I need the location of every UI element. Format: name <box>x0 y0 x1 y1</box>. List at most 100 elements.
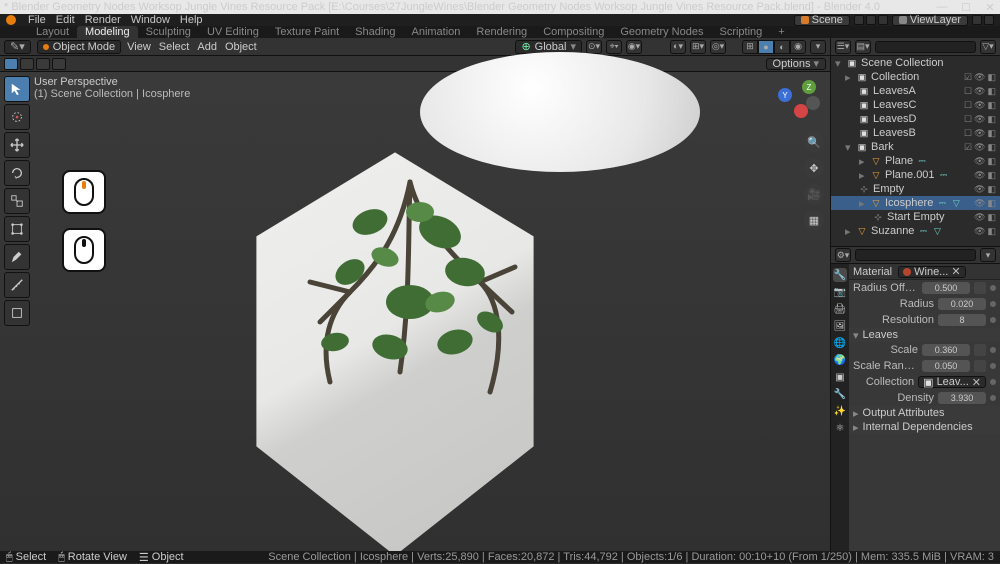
viewport-perspective-label: User Perspective <box>34 76 190 88</box>
tab-layout[interactable]: Layout <box>28 26 77 38</box>
mesh-preview-monkey <box>420 52 700 172</box>
prop-tab-render[interactable]: 📷 <box>833 285 847 299</box>
tool-addcube[interactable] <box>4 300 30 326</box>
shading-solid[interactable]: ● <box>758 40 774 54</box>
tool-rotate[interactable] <box>4 160 30 186</box>
close-icon[interactable]: ✕ <box>951 265 960 278</box>
prop-tab-world[interactable]: 🌍 <box>833 353 847 367</box>
prop-tab-physics[interactable]: ⚛ <box>833 421 847 435</box>
pivot-button[interactable]: ⊙▾ <box>586 40 602 54</box>
gizmo-toggle[interactable]: ◐▾ <box>670 40 686 54</box>
shading-render[interactable]: ◉ <box>790 40 806 54</box>
menu-object[interactable]: Object <box>225 41 257 53</box>
nav-pan[interactable]: ✥ <box>804 158 824 178</box>
tab-rendering[interactable]: Rendering <box>468 26 535 38</box>
tool-transform[interactable] <box>4 216 30 242</box>
menu-view[interactable]: View <box>127 41 151 53</box>
tab-modeling[interactable]: Modeling <box>77 26 138 38</box>
prop-tab-modifier[interactable]: 🔧 <box>833 387 847 401</box>
menu-add[interactable]: Add <box>197 41 217 53</box>
menu-render[interactable]: Render <box>85 14 121 26</box>
tab-compositing[interactable]: Compositing <box>535 26 612 38</box>
nav-camera[interactable]: 🎥 <box>804 184 824 204</box>
view3d-header: ✎▾ Object Mode View Select Add Object ⊕G… <box>0 38 830 56</box>
outliner-row-leaves-d: ▣LeavesD☐👁◧ <box>831 112 1000 126</box>
selmode-3[interactable] <box>36 58 50 70</box>
shading-matprev[interactable]: ◐ <box>774 40 790 54</box>
selmode-4[interactable] <box>52 58 66 70</box>
outliner-row-leaves-b: ▣LeavesB☐👁◧ <box>831 126 1000 140</box>
menu-select[interactable]: Select <box>159 41 190 53</box>
menu-help[interactable]: Help <box>180 14 203 26</box>
prop-tab-object[interactable]: ▣ <box>833 370 847 384</box>
axis-y[interactable]: Y <box>778 88 792 102</box>
tool-scale[interactable] <box>4 188 30 214</box>
axis-neg[interactable] <box>806 96 820 110</box>
outliner-row-startempty: ⊹Start Empty👁◧ <box>831 210 1000 224</box>
viewlayer-selector[interactable]: ViewLayer <box>892 15 968 26</box>
selmode-1[interactable] <box>4 58 18 70</box>
xray-toggle[interactable]: ◎▾ <box>710 40 726 54</box>
menu-window[interactable]: Window <box>131 14 170 26</box>
tool-annotate[interactable] <box>4 244 30 270</box>
menu-edit[interactable]: Edit <box>56 14 75 26</box>
props-type[interactable]: ⚙▾ <box>835 248 851 262</box>
mesh-preview-icosphere <box>230 144 560 564</box>
tab-geonodes[interactable]: Geometry Nodes <box>612 26 711 38</box>
mouse-hint-left <box>62 228 106 272</box>
tab-animation[interactable]: Animation <box>404 26 469 38</box>
mode-icon <box>43 44 49 50</box>
panel-leaves[interactable]: ▾Leaves <box>849 328 1000 342</box>
prop-tab-scene[interactable]: 🌐 <box>833 336 847 350</box>
tab-texture[interactable]: Texture Paint <box>267 26 347 38</box>
properties-editor: 🔧 📷 🖨 🖼 🌐 🌍 ▣ 🔧 ✨ ⚛ Material Wine...✕ Ra… <box>831 264 1000 563</box>
outliner-row-icosphere[interactable]: ▸▽Icosphere⎓▽👁◧ <box>831 196 1000 210</box>
menu-file[interactable]: File <box>28 14 46 26</box>
shading-wire[interactable]: ⊞ <box>742 40 758 54</box>
material-chip[interactable]: Wine...✕ <box>898 266 965 278</box>
tab-scripting[interactable]: Scripting <box>711 26 770 38</box>
tab-uv[interactable]: UV Editing <box>199 26 267 38</box>
snap-button[interactable]: ⌖▾ <box>606 40 622 54</box>
tool-cursor[interactable] <box>4 104 30 130</box>
mode-dropdown[interactable]: Object Mode <box>37 40 121 54</box>
prop-tab-viewlayer[interactable]: 🖼 <box>833 319 847 333</box>
outliner-search[interactable] <box>875 41 976 53</box>
close-button[interactable]: ✕ <box>984 1 996 14</box>
maximize-button[interactable]: ☐ <box>960 1 972 14</box>
overlays-toggle[interactable]: ⊞▾ <box>690 40 706 54</box>
shading-dropdown[interactable]: ▾ <box>810 40 826 54</box>
prop-tab-particles[interactable]: ✨ <box>833 404 847 418</box>
tool-select[interactable] <box>4 76 30 102</box>
panel-internal-deps[interactable]: ▸Internal Dependencies <box>849 420 1000 434</box>
outliner-type[interactable]: ☰▾ <box>835 40 851 54</box>
nav-zoom[interactable]: 🔍 <box>804 132 824 152</box>
options-dropdown[interactable]: Options ▾ <box>766 58 826 70</box>
tab-sculpting[interactable]: Sculpting <box>138 26 199 38</box>
outliner[interactable]: ▾▣Scene Collection ▸▣Collection☑👁◧ ▣Leav… <box>831 56 1000 246</box>
scene-icon <box>801 16 809 24</box>
scene-selector[interactable]: Scene <box>794 15 850 26</box>
tab-add[interactable]: + <box>770 26 792 38</box>
nav-gizmo[interactable]: Z Y <box>774 80 820 126</box>
proportional-button[interactable]: ◉▾ <box>626 40 642 54</box>
link-icon[interactable] <box>974 282 986 294</box>
editor-type-dropdown[interactable]: ✎▾ <box>4 40 31 54</box>
tool-move[interactable] <box>4 132 30 158</box>
outliner-display[interactable]: ▤▾ <box>855 40 871 54</box>
tool-measure[interactable] <box>4 272 30 298</box>
viewport-3d[interactable]: User Perspective (1) Scene Collection | … <box>0 72 830 563</box>
tab-shading[interactable]: Shading <box>347 26 403 38</box>
props-search[interactable] <box>855 249 976 261</box>
outliner-filter[interactable]: ▽▾ <box>980 40 996 54</box>
prop-tab-tool[interactable]: 🔧 <box>833 268 847 282</box>
outliner-row-scene-collection: ▾▣Scene Collection <box>831 56 1000 70</box>
panel-output-attrs[interactable]: ▸Output Attributes <box>849 406 1000 420</box>
selmode-2[interactable] <box>20 58 34 70</box>
prop-tab-output[interactable]: 🖨 <box>833 302 847 316</box>
minimize-button[interactable]: — <box>936 1 948 14</box>
axis-z[interactable]: Z <box>802 80 816 94</box>
props-options[interactable]: ▾ <box>980 248 996 262</box>
viewlayer-buttons <box>972 15 994 25</box>
nav-ortho[interactable]: ▦ <box>804 210 824 230</box>
